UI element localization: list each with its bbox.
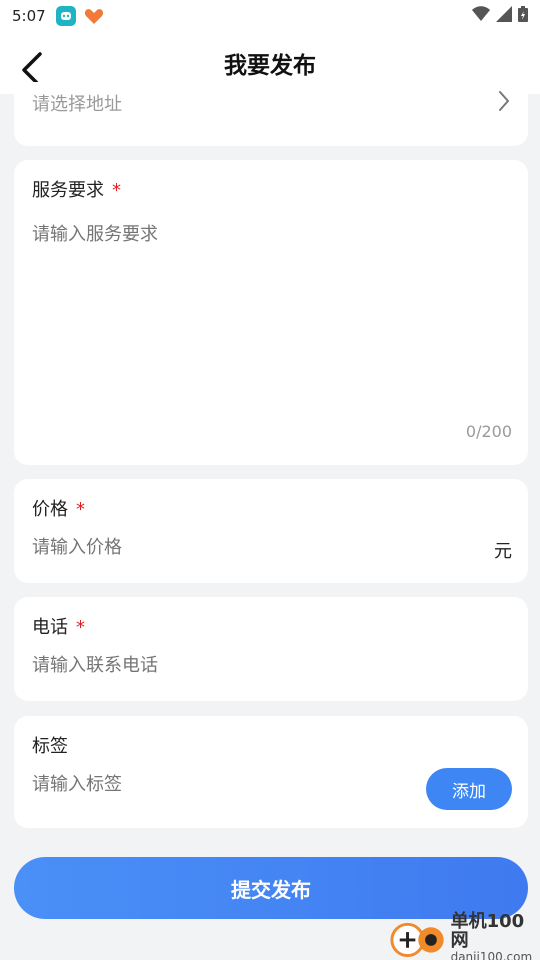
add-tag-button[interactable]: 添加	[426, 768, 512, 810]
tags-card: 标签 添加	[14, 716, 528, 828]
watermark-logo-icon	[390, 922, 444, 958]
tags-label: 标签	[32, 736, 68, 757]
wifi-icon	[472, 6, 490, 26]
app-notification-icon	[55, 6, 76, 26]
tag-input[interactable]	[32, 774, 412, 795]
watermark-title: 单机100网	[450, 910, 525, 951]
required-marker: *	[112, 180, 121, 201]
required-marker: *	[76, 499, 85, 520]
character-counter: 0/200	[465, 422, 512, 441]
price-card: 价格 * 元	[14, 479, 528, 583]
phone-card: 电话 *	[14, 597, 528, 701]
watermark-url: danji100.com	[450, 949, 533, 960]
service-input[interactable]	[32, 220, 512, 400]
status-bar: 5:07	[0, 0, 540, 32]
status-time: 5:07	[12, 7, 46, 25]
address-placeholder: 请选择地址	[32, 94, 122, 115]
chevron-right-icon	[498, 90, 510, 116]
price-input[interactable]	[32, 537, 452, 558]
submit-button[interactable]: 提交发布	[14, 857, 528, 919]
service-label-text: 服务要求	[32, 180, 104, 201]
service-card: 服务要求 * 0/200	[14, 160, 528, 465]
price-unit: 元	[494, 541, 512, 562]
signal-icon	[496, 6, 512, 26]
required-marker: *	[76, 617, 85, 638]
heart-app-icon	[84, 6, 104, 26]
page-title: 我要发布	[224, 53, 316, 79]
phone-label: 电话 *	[32, 613, 85, 639]
phone-input[interactable]	[32, 655, 492, 676]
service-label: 服务要求 *	[32, 176, 121, 202]
watermark: 单机100网 danji100.com	[388, 910, 540, 960]
price-label-text: 价格	[32, 499, 68, 520]
address-selector[interactable]: 请选择地址	[14, 82, 528, 146]
battery-icon	[518, 6, 528, 26]
phone-label-text: 电话	[32, 617, 68, 638]
price-label: 价格 *	[32, 495, 85, 521]
